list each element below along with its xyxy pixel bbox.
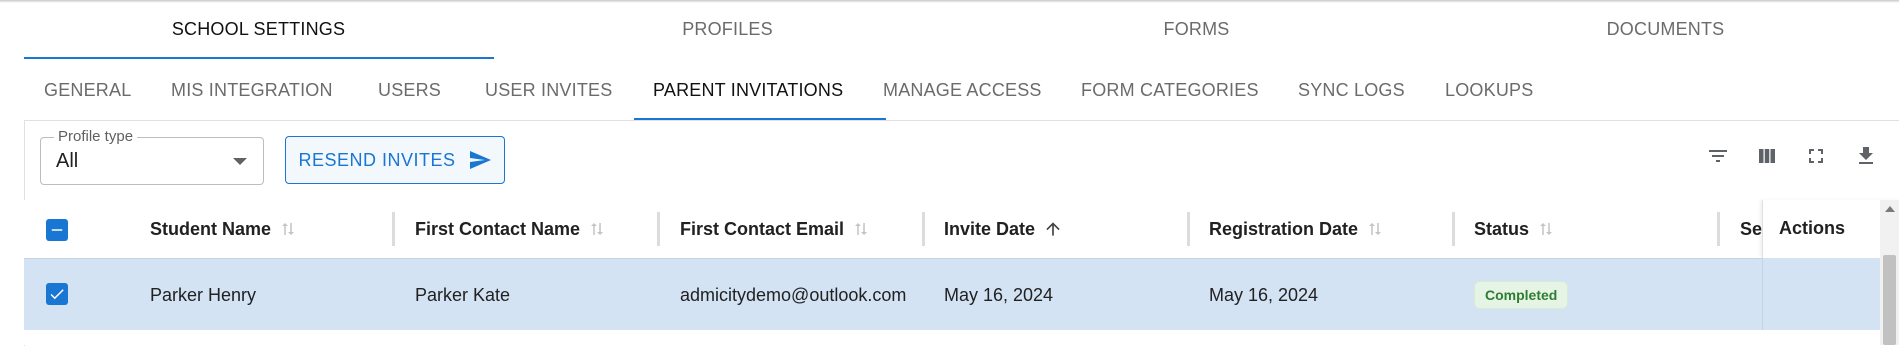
- sort-icon[interactable]: [1366, 220, 1384, 238]
- main-tab-indicator: [24, 57, 494, 59]
- subtab-manage-access[interactable]: MANAGE ACCESS: [883, 60, 1042, 120]
- column-label: First Contact Name: [415, 218, 581, 239]
- table-header: Student Name First Contact Name First Co…: [24, 200, 1899, 258]
- column-student-name[interactable]: Student Name: [150, 200, 297, 258]
- column-registration-date[interactable]: Registration Date: [1209, 200, 1384, 258]
- columns-button[interactable]: [1751, 140, 1783, 172]
- profile-type-value: All: [56, 150, 79, 172]
- subtab-general[interactable]: GENERAL: [44, 60, 131, 120]
- tab-school-settings[interactable]: SCHOOL SETTINGS: [24, 0, 493, 58]
- column-divider[interactable]: [1717, 212, 1720, 246]
- row-actions-cell: [1762, 258, 1899, 330]
- table-row-next: [24, 330, 1880, 345]
- sort-icon[interactable]: [279, 220, 297, 238]
- filter-icon: [1709, 150, 1727, 162]
- select-all-checkbox[interactable]: [46, 219, 68, 241]
- subtab-lookups[interactable]: LOOKUPS: [1445, 60, 1533, 120]
- column-status[interactable]: Status: [1474, 200, 1555, 258]
- subtab-user-invites[interactable]: USER INVITES: [485, 60, 612, 120]
- tab-documents[interactable]: DOCUMENTS: [1431, 0, 1899, 58]
- actions-column-header: Actions: [1762, 200, 1899, 258]
- cell-status: Completed: [1474, 259, 1569, 331]
- table-row[interactable]: Parker Henry Parker Kate admicitydemo@ou…: [24, 258, 1899, 332]
- column-label: Invite Date: [944, 218, 1036, 239]
- cell-student-name: Parker Henry: [150, 284, 257, 305]
- send-icon: [469, 151, 491, 169]
- sort-icon[interactable]: [588, 220, 606, 238]
- subtab-sync-logs[interactable]: SYNC LOGS: [1298, 60, 1405, 120]
- arrow-up-icon[interactable]: [1043, 219, 1063, 239]
- download-button[interactable]: [1850, 140, 1882, 172]
- tab-profiles[interactable]: PROFILES: [493, 0, 962, 58]
- caret-down-icon: [233, 158, 247, 165]
- tab-forms[interactable]: FORMS: [962, 0, 1431, 58]
- minus-icon: [51, 229, 63, 231]
- sub-tabs: GENERAL MIS INTEGRATION USERS USER INVIT…: [24, 60, 1899, 121]
- fullscreen-button[interactable]: [1800, 140, 1832, 172]
- cell-invite-date: May 16, 2024: [944, 284, 1054, 305]
- resend-invites-label: RESEND INVITES: [298, 149, 456, 170]
- download-icon: [1859, 147, 1873, 164]
- column-divider[interactable]: [1452, 212, 1455, 246]
- cell-registration-date: May 16, 2024: [1209, 284, 1319, 305]
- subtab-mis-integration[interactable]: MIS INTEGRATION: [171, 60, 333, 120]
- cell-first-contact-email: admicitydemo@outlook.com: [680, 284, 907, 305]
- column-invite-date[interactable]: Invite Date: [944, 200, 1063, 258]
- column-divider[interactable]: [657, 212, 660, 246]
- scrollbar-thumb[interactable]: [1883, 255, 1896, 345]
- subtab-users[interactable]: USERS: [378, 60, 441, 120]
- subtab-form-categories[interactable]: FORM CATEGORIES: [1081, 60, 1259, 120]
- column-first-contact-name[interactable]: First Contact Name: [415, 200, 606, 258]
- column-divider[interactable]: [1187, 212, 1190, 246]
- column-divider[interactable]: [392, 212, 395, 246]
- resend-invites-button[interactable]: RESEND INVITES: [285, 136, 505, 184]
- scroll-up-arrow-icon[interactable]: [1885, 206, 1895, 212]
- sort-icon[interactable]: [852, 220, 870, 238]
- profile-type-label: Profile type: [54, 128, 138, 145]
- actions-label: Actions: [1779, 218, 1846, 238]
- column-first-contact-email[interactable]: First Contact Email: [680, 200, 870, 258]
- columns-icon: [1759, 149, 1775, 163]
- fullscreen-icon: [1809, 149, 1823, 163]
- profile-type-select[interactable]: Profile type All: [40, 128, 264, 185]
- column-label: First Contact Email: [680, 218, 845, 239]
- filter-button[interactable]: [1702, 140, 1734, 172]
- subtab-parent-invitations[interactable]: PARENT INVITATIONS: [653, 60, 843, 120]
- sort-icon[interactable]: [1537, 220, 1555, 238]
- column-label: Status: [1474, 218, 1530, 239]
- check-icon: [50, 289, 64, 300]
- main-tabs: SCHOOL SETTINGS PROFILES FORMS DOCUMENTS: [24, 0, 1899, 60]
- cell-first-contact-name: Parker Kate: [415, 284, 511, 305]
- status-badge: Completed: [1474, 281, 1569, 309]
- vertical-scrollbar[interactable]: [1880, 200, 1899, 345]
- column-label: Registration Date: [1209, 218, 1359, 239]
- column-divider[interactable]: [922, 212, 925, 246]
- column-label: Student Name: [150, 218, 272, 239]
- row-checkbox[interactable]: [46, 283, 68, 305]
